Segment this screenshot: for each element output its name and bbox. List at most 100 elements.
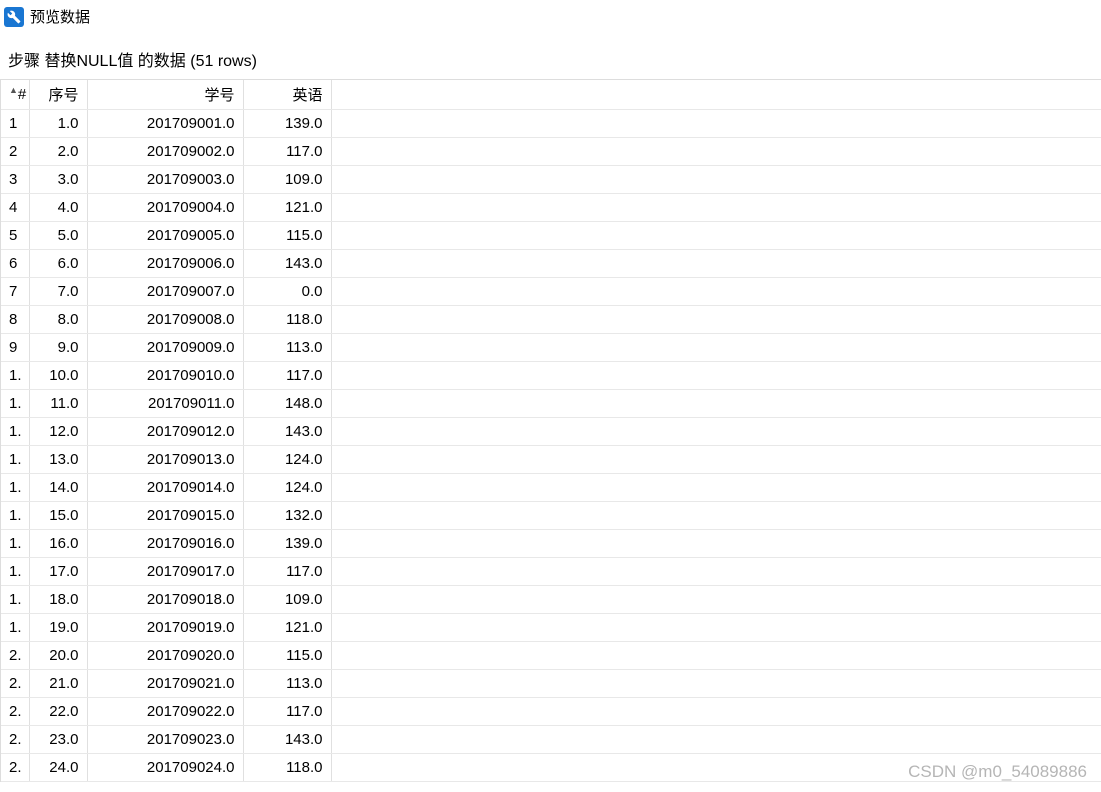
cell-seq[interactable]: 18.0	[29, 586, 87, 614]
table-row[interactable]: 1.19.0201709019.0121.0	[1, 614, 1101, 642]
cell-id[interactable]: 201709013.0	[87, 446, 243, 474]
cell-index[interactable]: 3	[1, 166, 29, 194]
cell-id[interactable]: 201709014.0	[87, 474, 243, 502]
cell-index[interactable]: 1.	[1, 362, 29, 390]
cell-id[interactable]: 201709002.0	[87, 138, 243, 166]
cell-id[interactable]: 201709012.0	[87, 418, 243, 446]
cell-index[interactable]: 2.	[1, 698, 29, 726]
cell-id[interactable]: 201709018.0	[87, 586, 243, 614]
cell-id[interactable]: 201709021.0	[87, 670, 243, 698]
cell-seq[interactable]: 12.0	[29, 418, 87, 446]
cell-en[interactable]: 143.0	[243, 418, 331, 446]
cell-seq[interactable]: 20.0	[29, 642, 87, 670]
cell-en[interactable]: 143.0	[243, 726, 331, 754]
cell-en[interactable]: 132.0	[243, 502, 331, 530]
cell-en[interactable]: 121.0	[243, 614, 331, 642]
table-row[interactable]: 22.0201709002.0117.0	[1, 138, 1101, 166]
table-row[interactable]: 66.0201709006.0143.0	[1, 250, 1101, 278]
cell-id[interactable]: 201709022.0	[87, 698, 243, 726]
cell-index[interactable]: 2.	[1, 726, 29, 754]
cell-en[interactable]: 113.0	[243, 334, 331, 362]
cell-index[interactable]: 1.	[1, 474, 29, 502]
cell-seq[interactable]: 8.0	[29, 306, 87, 334]
cell-index[interactable]: 2.	[1, 670, 29, 698]
cell-seq[interactable]: 24.0	[29, 754, 87, 782]
cell-id[interactable]: 201709016.0	[87, 530, 243, 558]
col-header-index[interactable]: ▲#	[1, 80, 29, 110]
cell-id[interactable]: 201709003.0	[87, 166, 243, 194]
cell-id[interactable]: 201709011.0	[87, 390, 243, 418]
table-row[interactable]: 1.10.0201709010.0117.0	[1, 362, 1101, 390]
cell-id[interactable]: 201709007.0	[87, 278, 243, 306]
table-row[interactable]: 88.0201709008.0118.0	[1, 306, 1101, 334]
cell-id[interactable]: 201709006.0	[87, 250, 243, 278]
cell-id[interactable]: 201709001.0	[87, 110, 243, 138]
table-row[interactable]: 44.0201709004.0121.0	[1, 194, 1101, 222]
table-row[interactable]: 2.23.0201709023.0143.0	[1, 726, 1101, 754]
cell-en[interactable]: 139.0	[243, 110, 331, 138]
cell-seq[interactable]: 15.0	[29, 502, 87, 530]
cell-en[interactable]: 124.0	[243, 446, 331, 474]
cell-index[interactable]: 1.	[1, 530, 29, 558]
cell-en[interactable]: 143.0	[243, 250, 331, 278]
cell-id[interactable]: 201709010.0	[87, 362, 243, 390]
cell-seq[interactable]: 7.0	[29, 278, 87, 306]
cell-seq[interactable]: 16.0	[29, 530, 87, 558]
col-header-seq[interactable]: 序号	[29, 80, 87, 110]
cell-en[interactable]: 109.0	[243, 586, 331, 614]
table-row[interactable]: 11.0201709001.0139.0	[1, 110, 1101, 138]
cell-index[interactable]: 1	[1, 110, 29, 138]
cell-index[interactable]: 1.	[1, 614, 29, 642]
cell-seq[interactable]: 13.0	[29, 446, 87, 474]
cell-en[interactable]: 118.0	[243, 306, 331, 334]
table-row[interactable]: 1.18.0201709018.0109.0	[1, 586, 1101, 614]
cell-seq[interactable]: 4.0	[29, 194, 87, 222]
cell-en[interactable]: 113.0	[243, 670, 331, 698]
cell-id[interactable]: 201709008.0	[87, 306, 243, 334]
cell-en[interactable]: 109.0	[243, 166, 331, 194]
cell-index[interactable]: 1.	[1, 390, 29, 418]
cell-seq[interactable]: 1.0	[29, 110, 87, 138]
cell-index[interactable]: 1.	[1, 502, 29, 530]
cell-seq[interactable]: 14.0	[29, 474, 87, 502]
cell-id[interactable]: 201709009.0	[87, 334, 243, 362]
cell-id[interactable]: 201709019.0	[87, 614, 243, 642]
table-row[interactable]: 55.0201709005.0115.0	[1, 222, 1101, 250]
table-row[interactable]: 1.11.0201709011.0148.0	[1, 390, 1101, 418]
table-row[interactable]: 1.17.0201709017.0117.0	[1, 558, 1101, 586]
cell-seq[interactable]: 5.0	[29, 222, 87, 250]
cell-seq[interactable]: 3.0	[29, 166, 87, 194]
cell-index[interactable]: 2.	[1, 754, 29, 782]
cell-id[interactable]: 201709004.0	[87, 194, 243, 222]
table-row[interactable]: 77.0201709007.00.0	[1, 278, 1101, 306]
table-row[interactable]: 33.0201709003.0109.0	[1, 166, 1101, 194]
cell-id[interactable]: 201709024.0	[87, 754, 243, 782]
cell-en[interactable]: 124.0	[243, 474, 331, 502]
cell-index[interactable]: 1.	[1, 418, 29, 446]
cell-en[interactable]: 118.0	[243, 754, 331, 782]
cell-seq[interactable]: 22.0	[29, 698, 87, 726]
cell-seq[interactable]: 21.0	[29, 670, 87, 698]
cell-id[interactable]: 201709020.0	[87, 642, 243, 670]
cell-seq[interactable]: 19.0	[29, 614, 87, 642]
cell-index[interactable]: 9	[1, 334, 29, 362]
cell-en[interactable]: 117.0	[243, 698, 331, 726]
cell-id[interactable]: 201709015.0	[87, 502, 243, 530]
cell-en[interactable]: 117.0	[243, 138, 331, 166]
cell-index[interactable]: 8	[1, 306, 29, 334]
cell-seq[interactable]: 9.0	[29, 334, 87, 362]
cell-en[interactable]: 121.0	[243, 194, 331, 222]
cell-en[interactable]: 115.0	[243, 642, 331, 670]
col-header-en[interactable]: 英语	[243, 80, 331, 110]
cell-seq[interactable]: 10.0	[29, 362, 87, 390]
cell-index[interactable]: 1.	[1, 558, 29, 586]
table-row[interactable]: 1.13.0201709013.0124.0	[1, 446, 1101, 474]
table-row[interactable]: 1.12.0201709012.0143.0	[1, 418, 1101, 446]
cell-en[interactable]: 117.0	[243, 558, 331, 586]
cell-index[interactable]: 7	[1, 278, 29, 306]
table-row[interactable]: 99.0201709009.0113.0	[1, 334, 1101, 362]
cell-seq[interactable]: 17.0	[29, 558, 87, 586]
cell-index[interactable]: 2.	[1, 642, 29, 670]
cell-en[interactable]: 117.0	[243, 362, 331, 390]
cell-index[interactable]: 4	[1, 194, 29, 222]
